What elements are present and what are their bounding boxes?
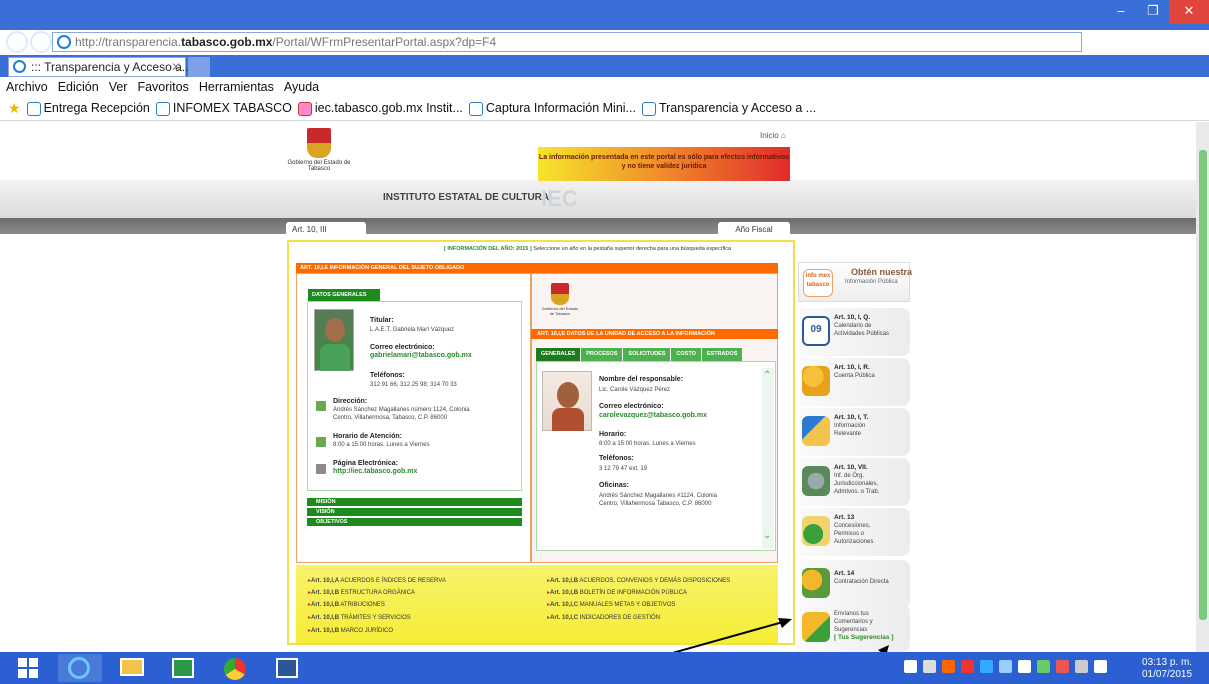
start-button[interactable]	[6, 654, 50, 682]
tray-icon[interactable]	[1018, 660, 1031, 673]
volume-icon[interactable]	[1094, 660, 1107, 673]
chrome-icon[interactable]	[214, 654, 258, 682]
file-explorer-icon[interactable]	[110, 654, 154, 682]
tray-icon[interactable]	[904, 660, 917, 673]
network-icon[interactable]	[1075, 660, 1088, 673]
tray-icon[interactable]	[942, 660, 955, 673]
annotation-arrows	[561, 618, 889, 684]
tray-icon[interactable]	[980, 660, 993, 673]
clock-time: 03:13 p. m.	[1142, 657, 1193, 668]
clock[interactable]: 03:13 p. m. 01/07/2015	[1142, 657, 1192, 681]
word-icon[interactable]	[266, 654, 310, 682]
flag-icon[interactable]	[1056, 660, 1069, 673]
system-tray	[904, 660, 1107, 673]
tray-icon[interactable]	[1037, 660, 1050, 673]
ie-taskbar-icon[interactable]	[58, 654, 102, 682]
tray-icon[interactable]	[961, 660, 974, 673]
tray-icon[interactable]	[923, 660, 936, 673]
tray-icon[interactable]	[999, 660, 1012, 673]
store-icon[interactable]	[162, 654, 206, 682]
clock-date: 01/07/2015	[1142, 669, 1193, 680]
